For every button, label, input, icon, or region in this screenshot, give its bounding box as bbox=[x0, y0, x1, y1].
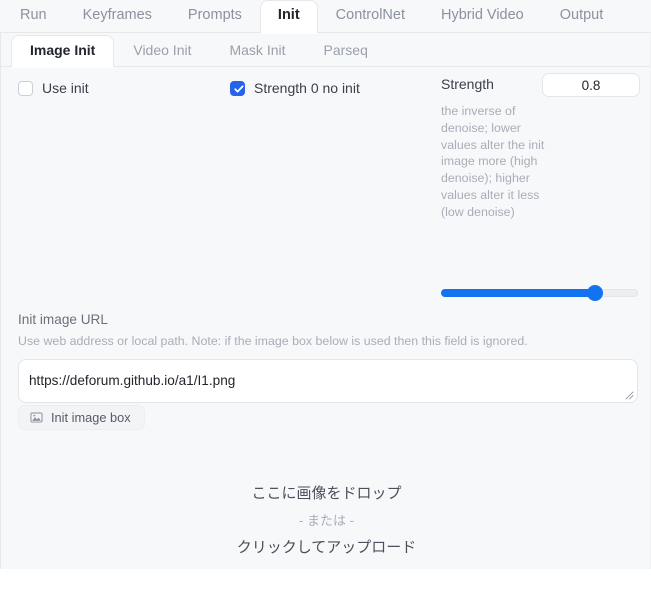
strength-zero-no-init-label: Strength 0 no init bbox=[254, 80, 360, 96]
tab-keyframes[interactable]: Keyframes bbox=[65, 0, 170, 33]
deforum-init-panel: Run Keyframes Prompts Init ControlNet Hy… bbox=[0, 0, 651, 569]
resize-grip-icon[interactable] bbox=[622, 388, 634, 400]
init-sub-tab-bar: Image Init Video Init Mask Init Parseq bbox=[1, 33, 650, 68]
image-dropzone[interactable]: ここに画像をドロップ - または - クリックしてアップロード bbox=[2, 439, 651, 602]
tab-prompts[interactable]: Prompts bbox=[170, 0, 260, 33]
subtab-parseq[interactable]: Parseq bbox=[305, 35, 387, 67]
tab-controlnet[interactable]: ControlNet bbox=[318, 0, 423, 33]
init-checkbox-row: Use init Strength 0 no init bbox=[1, 80, 431, 106]
strength-description: the inverse of denoise; lower values alt… bbox=[441, 104, 545, 219]
init-image-url-value: https://deforum.github.io/a1/I1.png bbox=[29, 373, 236, 388]
strength-control-group: Strength 0.8 the inverse of denoise; low… bbox=[438, 73, 640, 301]
tab-hybrid-video[interactable]: Hybrid Video bbox=[423, 0, 542, 33]
init-image-box-button[interactable]: Init image box bbox=[18, 405, 145, 430]
dropzone-upload-text: クリックしてアップロード bbox=[236, 538, 417, 556]
strength-label: Strength bbox=[441, 76, 494, 92]
strength-slider-fill bbox=[441, 289, 595, 297]
subtab-video-init[interactable]: Video Init bbox=[114, 35, 210, 67]
init-image-url-section: Init image URL Use web address or local … bbox=[1, 311, 651, 403]
init-panel-body: Image Init Video Init Mask Init Parseq U… bbox=[0, 33, 651, 569]
init-image-box-label: Init image box bbox=[51, 410, 131, 425]
dropzone-primary-text: ここに画像をドロップ bbox=[251, 484, 402, 502]
init-image-url-label: Init image URL bbox=[18, 312, 108, 327]
tab-output[interactable]: Output bbox=[542, 0, 622, 33]
use-init-label: Use init bbox=[42, 80, 89, 96]
subtab-image-init[interactable]: Image Init bbox=[11, 35, 115, 68]
checkbox-unchecked-icon bbox=[18, 80, 33, 96]
subtab-mask-init[interactable]: Mask Init bbox=[210, 35, 304, 67]
strength-slider[interactable] bbox=[441, 285, 638, 301]
init-image-url-help-text: Use web address or local path. Note: if … bbox=[18, 334, 528, 348]
main-tab-bar: Run Keyframes Prompts Init ControlNet Hy… bbox=[0, 0, 651, 34]
strength-header: Strength 0.8 bbox=[438, 73, 640, 99]
strength-zero-no-init-checkbox[interactable]: Strength 0 no init bbox=[230, 80, 360, 96]
init-image-url-input[interactable]: https://deforum.github.io/a1/I1.png bbox=[18, 359, 638, 403]
image-icon bbox=[30, 412, 43, 423]
dropzone-separator-text: - または - bbox=[299, 512, 354, 528]
strength-slider-thumb[interactable] bbox=[586, 285, 603, 301]
checkbox-checked-icon bbox=[230, 80, 245, 96]
use-init-checkbox[interactable]: Use init bbox=[18, 80, 89, 96]
strength-value-input[interactable]: 0.8 bbox=[542, 73, 640, 97]
tab-run[interactable]: Run bbox=[2, 0, 65, 33]
tab-init[interactable]: Init bbox=[259, 0, 318, 34]
